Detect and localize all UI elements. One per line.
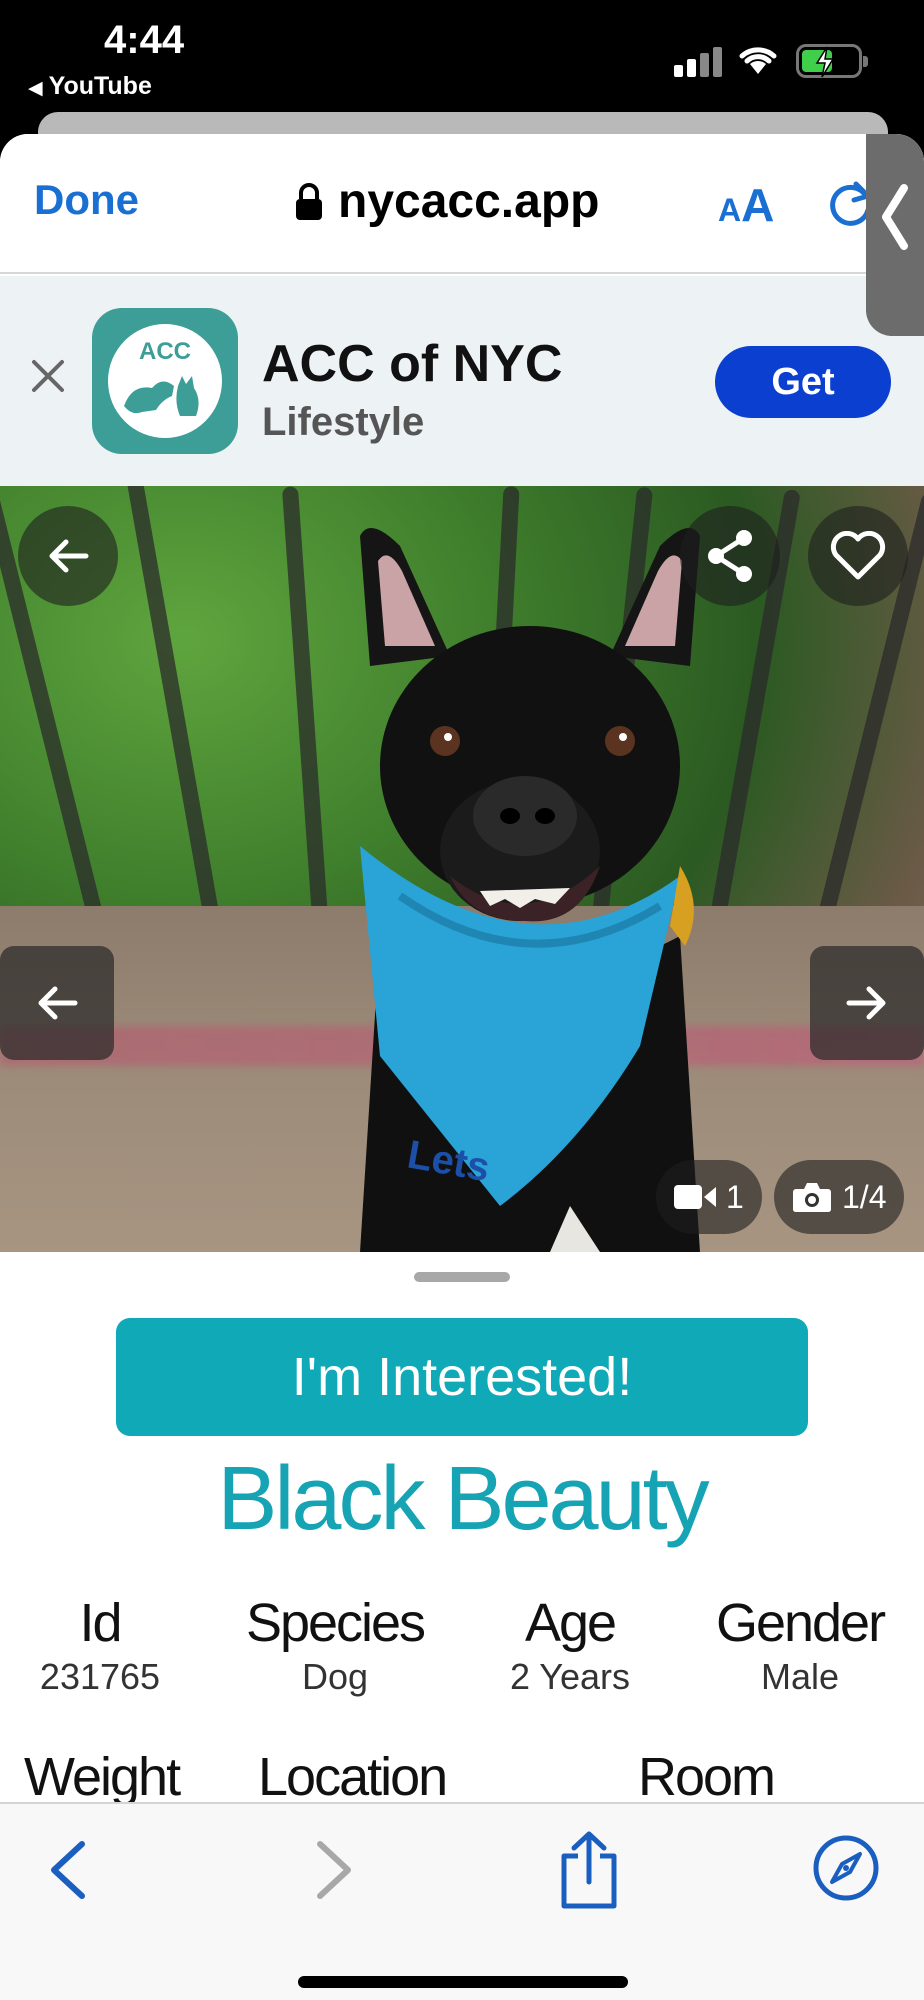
- detail-value: 2 Years: [509, 1656, 631, 1697]
- app-category: Lifestyle: [262, 400, 425, 444]
- video-camera-icon: [674, 1185, 716, 1209]
- video-count-badge[interactable]: 1: [656, 1160, 762, 1234]
- battery-charging-icon: [796, 44, 868, 78]
- pet-species: Species Dog: [230, 1592, 440, 1698]
- app-name: ACC of NYC: [262, 335, 563, 393]
- detail-label: Age: [524, 1593, 617, 1653]
- status-bar: 4:44 ◀ YouTube: [0, 0, 924, 112]
- wifi-icon: [739, 47, 777, 74]
- back-chevron-icon[interactable]: [44, 1838, 92, 1902]
- pet-name: Black Beauty: [217, 1449, 709, 1549]
- interested-button[interactable]: I'm Interested!: [116, 1318, 808, 1436]
- done-button[interactable]: Done: [34, 176, 139, 224]
- pet-id: Id 231765: [20, 1592, 180, 1698]
- back-to-app-link[interactable]: ◀ YouTube: [28, 72, 152, 101]
- share-sheet-icon[interactable]: [556, 1830, 622, 1910]
- text-size-button[interactable]: AA: [718, 178, 774, 232]
- status-time: 4:44: [104, 18, 185, 62]
- lock-icon: [296, 182, 322, 220]
- detail-label: Id: [79, 1593, 122, 1653]
- detail-label: Species: [245, 1593, 426, 1653]
- home-indicator[interactable]: [298, 1976, 628, 1988]
- address-bar[interactable]: nycacc.app: [294, 174, 599, 229]
- browser-toolbar: [0, 1802, 924, 2000]
- app-icon: ACC: [92, 308, 238, 454]
- detail-value: 231765: [39, 1656, 161, 1697]
- chevron-left-icon: [882, 184, 908, 250]
- weight-label: Weight: [24, 1747, 181, 1807]
- pet-gender: Gender Male: [700, 1592, 900, 1698]
- arrow-left-icon: [49, 539, 89, 573]
- photo-counter-badge[interactable]: 1/4: [774, 1160, 905, 1234]
- back-triangle-icon: ◀: [28, 78, 43, 99]
- previous-photo-button[interactable]: [0, 946, 114, 1060]
- pet-age: Age 2 Years: [480, 1592, 660, 1698]
- text-size-small-a: A: [718, 192, 742, 228]
- detail-label: Gender: [715, 1593, 886, 1653]
- dog-image: Lets: [360, 528, 700, 1252]
- photo-counter: 1/4: [842, 1178, 887, 1215]
- dog-cat-logo-icon: [124, 376, 199, 416]
- smart-app-banner: ACC ACC of NYC Lifestyle Get: [0, 276, 924, 486]
- video-count: 1: [726, 1178, 744, 1215]
- next-photo-button[interactable]: [810, 946, 924, 1060]
- back-app-label: YouTube: [48, 72, 152, 100]
- side-panel-handle[interactable]: [866, 134, 924, 336]
- arrow-right-icon: [846, 986, 886, 1020]
- photo-back-button[interactable]: [18, 506, 118, 606]
- pet-details-panel: I'm Interested! Black Beauty Id 231765 S…: [0, 1252, 924, 1812]
- in-app-browser: Done nycacc.app AA ACC ACC of NYC Lifest…: [0, 134, 924, 2000]
- share-button[interactable]: [680, 506, 780, 606]
- forward-chevron-icon[interactable]: [310, 1838, 358, 1902]
- close-icon[interactable]: [30, 358, 66, 394]
- favorite-button[interactable]: [808, 506, 908, 606]
- camera-icon: [793, 1183, 831, 1213]
- url-text: nycacc.app: [338, 175, 600, 228]
- detail-value: Male: [760, 1656, 840, 1697]
- sheet-grabber[interactable]: [414, 1272, 510, 1282]
- get-app-button[interactable]: Get: [715, 346, 891, 418]
- room-label: Room: [638, 1747, 776, 1807]
- arrow-left-icon: [38, 986, 78, 1020]
- location-label: Location: [258, 1747, 448, 1807]
- browser-nav-bar: Done nycacc.app AA: [0, 134, 924, 336]
- signal-icon: [674, 47, 724, 77]
- app-icon-text: ACC: [139, 338, 191, 365]
- pet-photo[interactable]: Lets 1 1/4: [0, 486, 924, 1252]
- compass-icon[interactable]: [812, 1834, 880, 1902]
- text-size-big-a: A: [741, 179, 775, 231]
- detail-value: Dog: [301, 1656, 369, 1697]
- heart-icon: [830, 531, 886, 580]
- share-icon: [708, 530, 752, 582]
